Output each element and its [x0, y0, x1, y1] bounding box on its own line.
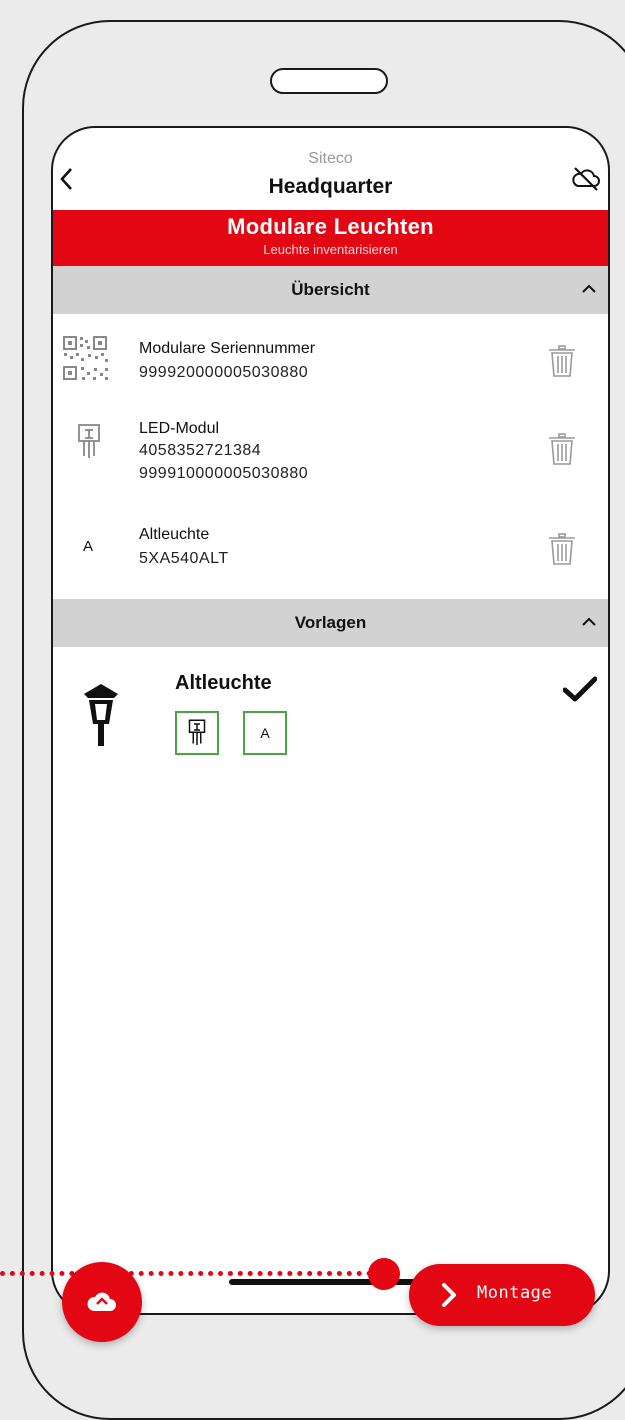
- banner-subtitle: Leuchte inventarisieren: [263, 242, 398, 257]
- item-value: 999910000005030880: [139, 465, 309, 482]
- page-title: Headquarter: [268, 175, 393, 198]
- cloud-off-icon: [572, 167, 600, 191]
- section-title-overview: Übersicht: [291, 280, 370, 299]
- template-badge-old-luminaire[interactable]: A: [243, 711, 287, 755]
- cloud-upload-icon: [87, 1292, 116, 1311]
- phone-speaker: [270, 68, 388, 94]
- template-title: Altleuchte: [175, 672, 272, 694]
- section-title-templates: Vorlagen: [294, 613, 367, 632]
- item-value: 999920000005030880: [139, 364, 309, 381]
- led-module-icon: [78, 424, 100, 458]
- home-indicator: [229, 1279, 435, 1285]
- annotation-dotted-line: [0, 1271, 372, 1276]
- item-value: 4058352721384: [139, 442, 262, 459]
- nav-subtitle: Siteco: [308, 150, 353, 167]
- montage-button[interactable]: Montage: [409, 1264, 595, 1326]
- section-header-templates[interactable]: Vorlagen: [53, 599, 608, 647]
- trash-icon[interactable]: [547, 432, 577, 466]
- item-value: 5XA540ALT: [139, 550, 229, 567]
- annotation-marker: [368, 1258, 400, 1290]
- street-lamp-icon: [84, 684, 118, 746]
- checkmark-icon: [563, 676, 597, 702]
- section-header-overview[interactable]: Übersicht: [53, 266, 608, 314]
- item-label: LED-Modul: [139, 420, 220, 437]
- banner-title: Modulare Leuchten: [227, 214, 434, 239]
- chevron-up-icon: [582, 284, 596, 293]
- app-screen: Siteco Headquarter Modulare Leuchten Leu…: [51, 126, 610, 1315]
- chevron-right-icon: [442, 1283, 456, 1307]
- trash-icon[interactable]: [547, 344, 577, 378]
- trash-icon[interactable]: [547, 532, 577, 566]
- module-banner: Modulare Leuchten Leuchte inventarisiere…: [53, 210, 608, 266]
- cloud-upload-button[interactable]: [62, 1262, 142, 1342]
- sync-off-button[interactable]: [570, 162, 602, 194]
- qr-code-icon: [63, 336, 108, 380]
- montage-label: Montage: [477, 1283, 553, 1303]
- template-badge-led-module[interactable]: [175, 711, 219, 755]
- item-label: Altleuchte: [139, 526, 210, 543]
- led-module-icon: [188, 719, 206, 745]
- chevron-up-icon: [582, 617, 596, 626]
- letter-a-icon: A: [83, 538, 94, 555]
- item-label: Modulare Seriennummer: [139, 340, 316, 357]
